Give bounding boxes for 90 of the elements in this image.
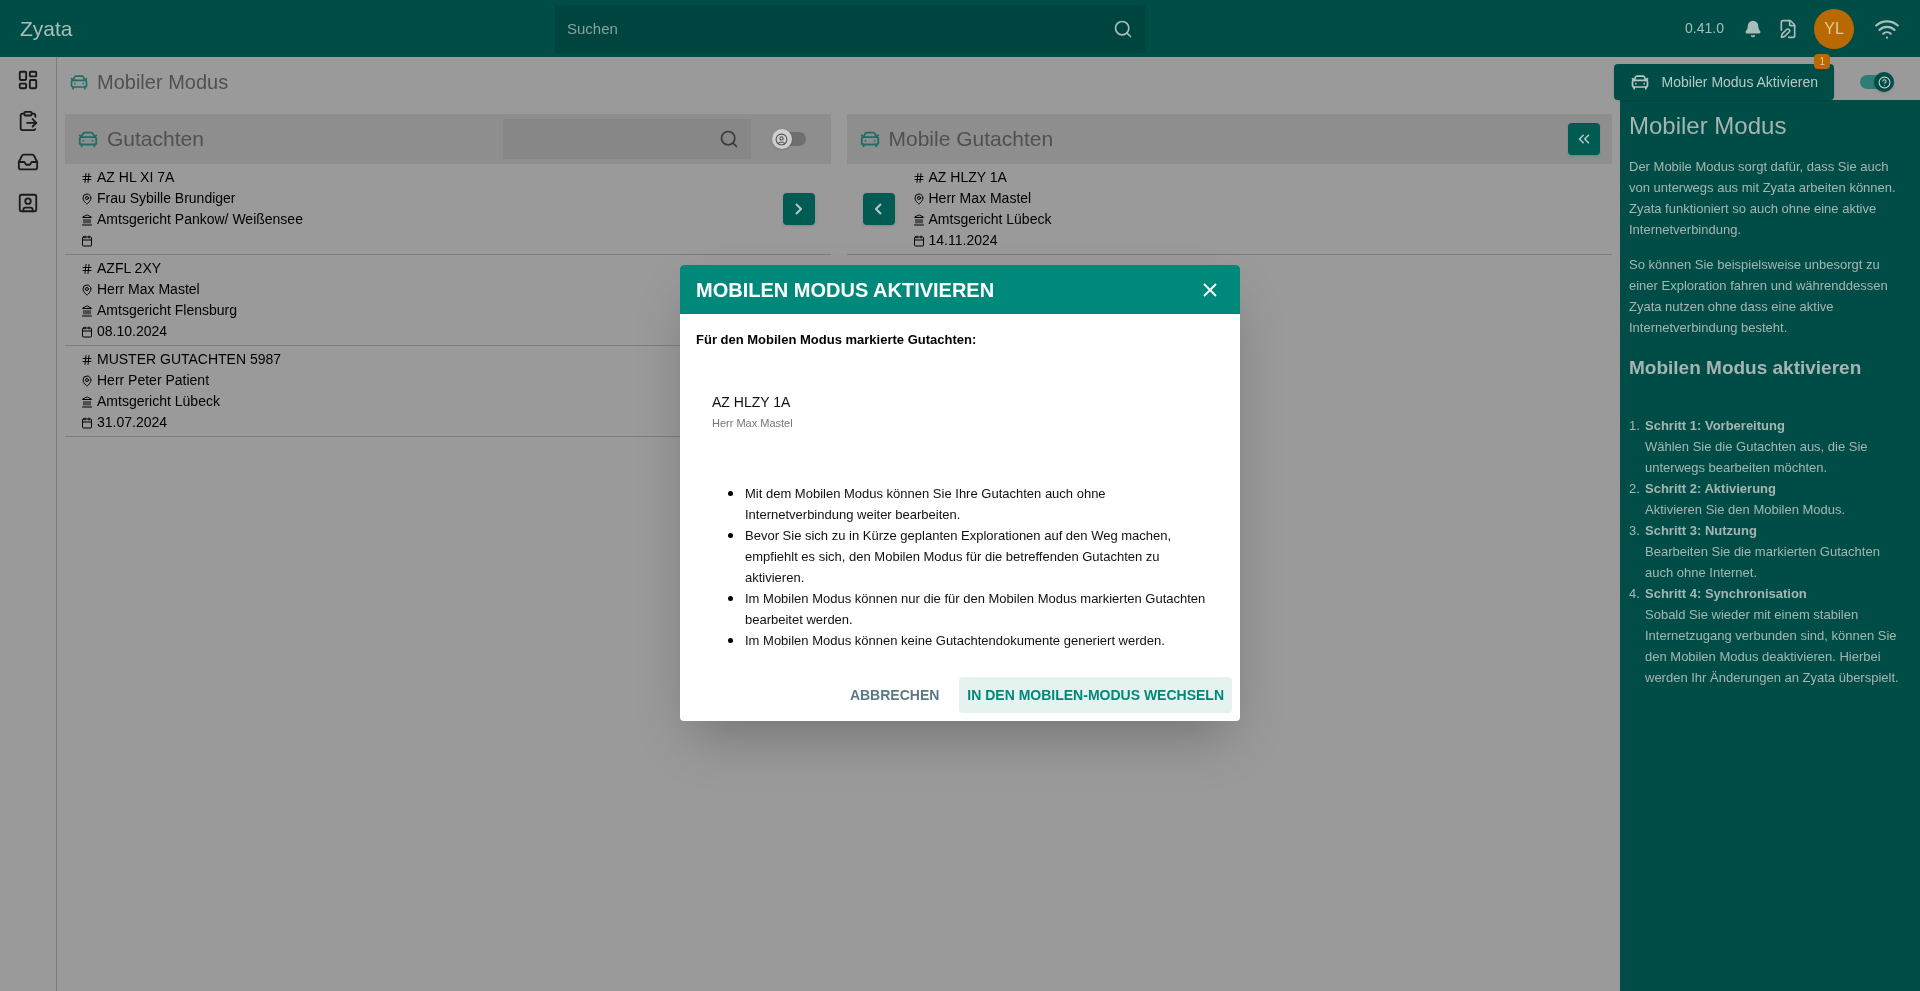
help-paragraph: Der Mobile Modus sorgt dafür, dass Sie auch von unterwegs aus mit Zyata arbeiten können. Zyata funktioniert so auch ohne eine aktive Internetverbindung.	[1629, 158, 1897, 239]
chevron-right-icon	[795, 203, 802, 215]
info-text: Im Mobilen Modus können nur die für den Mobilen Modus markierten Gutachten bearbeitet werden.	[745, 590, 1207, 629]
confirm-button[interactable]: IN DEN MOBILEN-MODUS WECHSELN	[959, 677, 1232, 713]
item-text: Herr Max Mastel	[97, 280, 200, 299]
courthouse-icon	[81, 213, 93, 226]
info-text: Mit dem Mobilen Modus können Sie Ihre Gutachten auch ohne Internetverbindung weiter bearbeiten.	[745, 485, 1107, 524]
step-text: Wählen Sie die Gutachten aus, die Sie unterwegs bearbeiten möchten.	[1645, 437, 1869, 477]
item-text: Frau Sybille Brundiger	[97, 189, 236, 208]
step-number: 4.	[1629, 584, 1641, 603]
page-title: Mobiler Modus	[97, 70, 230, 95]
search-field[interactable]: Suchen	[555, 4, 1145, 53]
help-paragraph: So können Sie beispielsweise unbesorgt zu einer Exploration fahren und währenddessen Zyata nutzen ohne dass eine aktive Internetverbindung besteht.	[1629, 256, 1889, 337]
search-icon[interactable]	[1113, 18, 1133, 39]
dashboard-icon[interactable]	[17, 69, 39, 91]
calendar-icon	[81, 325, 93, 338]
step-number: 2.	[1629, 479, 1641, 498]
car-icon	[69, 72, 89, 92]
app-title: Zyata	[20, 15, 74, 42]
item-text: Herr Peter Patient	[97, 371, 210, 390]
hash-icon	[81, 353, 93, 366]
item-text: AZFL 2XY	[97, 259, 162, 278]
marked-report-person: Herr Max Mastel	[712, 415, 794, 431]
item-text: 14.11.2024	[928, 231, 998, 250]
item-text: AZ HL XI 7A	[97, 168, 175, 187]
search-icon[interactable]	[718, 129, 739, 149]
bullet-icon	[728, 596, 733, 601]
toggle-switch[interactable]	[1860, 75, 1894, 89]
move-left-button[interactable]	[862, 193, 895, 225]
courthouse-icon	[81, 395, 93, 408]
item-text: 31.07.2024	[97, 413, 168, 432]
toggle-switch[interactable]	[771, 132, 806, 146]
car-icon	[1629, 72, 1650, 92]
step-number: 3.	[1629, 521, 1641, 540]
cancel-button[interactable]: ABBRECHEN	[841, 677, 948, 713]
filter-field[interactable]	[502, 119, 751, 159]
inbox-icon[interactable]	[17, 151, 39, 173]
clipboard-icon[interactable]	[17, 110, 39, 132]
item-text: AZ HLZY 1A	[928, 168, 1007, 187]
step-text: Sobald Sie wieder mit einem stabilen Internetzugang verbunden sind, können Sie den Mobilen Modus deaktivieren. Hierbei werden Ihr Änderungen an Zyata überspielt.	[1645, 605, 1900, 687]
item-text: Amtsgericht Lübeck	[928, 210, 1052, 229]
collapse-button[interactable]	[1568, 123, 1600, 155]
panel-title: Gutachten	[107, 126, 205, 153]
hash-icon	[81, 262, 93, 275]
contact-icon[interactable]	[17, 192, 39, 214]
report-item[interactable]: AZ HL XI 7A Frau Sybille Brundiger Amtsgericht Pankow/ Weißensee	[65, 164, 831, 255]
document-pen-icon[interactable]	[1778, 18, 1798, 39]
step-title: Schritt 4: Synchronisation	[1645, 584, 1808, 603]
item-text: Herr Max Mastel	[928, 189, 1032, 208]
bullet-icon	[728, 491, 733, 496]
pin-icon	[81, 374, 93, 387]
step-text: Aktivieren Sie den Mobilen Modus.	[1645, 500, 1847, 519]
help-icon	[1877, 75, 1891, 89]
help-subtitle: Mobilen Modus aktivieren	[1629, 356, 1863, 380]
step-title: Schritt 3: Nutzung	[1645, 521, 1758, 540]
move-right-button[interactable]	[782, 193, 815, 225]
hash-icon	[912, 171, 925, 184]
step-title: Schritt 1: Vorbereitung	[1645, 416, 1786, 435]
user-icon	[775, 132, 788, 146]
item-text: Amtsgericht Flensburg	[97, 301, 238, 320]
info-text: Im Mobilen Modus können keine Gutachtendokumente generiert werden.	[745, 632, 1165, 650]
help-title: Mobiler Modus	[1629, 111, 1788, 141]
calendar-icon	[81, 416, 93, 429]
bullet-icon	[728, 638, 733, 643]
marked-report-id: AZ HLZY 1A	[712, 392, 792, 412]
item-text: 08.10.2024	[97, 322, 168, 341]
activate-mobile-button[interactable]: Mobiler Modus Aktivieren	[1613, 64, 1834, 100]
courthouse-icon	[912, 213, 925, 226]
courthouse-icon	[81, 304, 93, 317]
item-text: Amtsgericht Lübeck	[97, 392, 220, 411]
panel-title: Mobile Gutachten	[888, 126, 1055, 153]
report-item[interactable]: AZ HLZY 1A Herr Max Mastel Amtsgericht Lübeck 14.11.2024	[846, 164, 1612, 255]
step-title: Schritt 2: Aktivierung	[1645, 479, 1777, 498]
info-text: Bevor Sie sich zu in Kürze geplanten Explorationen auf den Weg machen, empfiehlt es sich, den Mobilen Modus für die betreffenden Gutachten zu aktivieren.	[745, 527, 1173, 587]
bell-icon[interactable]	[1744, 19, 1762, 38]
pin-icon	[81, 192, 93, 205]
step-text: Bearbeiten Sie die markierten Gutachten auch ohne Internet.	[1645, 542, 1881, 582]
calendar-icon	[912, 234, 925, 247]
item-text: MUSTER GUTACHTEN 5987	[97, 350, 282, 369]
chevron-left-icon	[875, 203, 882, 215]
count-badge: 1	[1814, 54, 1830, 69]
pin-icon	[912, 192, 925, 205]
hash-icon	[81, 171, 93, 184]
pin-icon	[81, 283, 93, 296]
calendar-icon	[81, 234, 93, 247]
bullet-icon	[728, 533, 733, 538]
version-label: 0.41.0	[1685, 19, 1724, 38]
step-number: 1.	[1629, 416, 1641, 435]
search-input[interactable]: Suchen	[567, 13, 1105, 44]
item-text: Amtsgericht Pankow/ Weißensee	[97, 210, 303, 229]
